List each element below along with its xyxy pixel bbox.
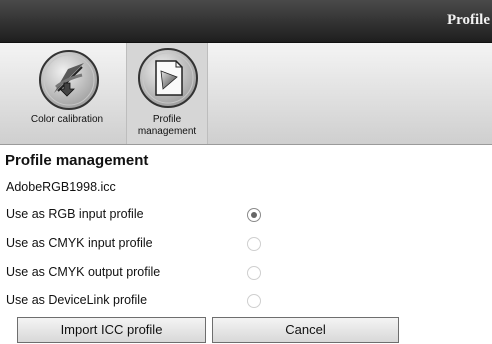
- radio-devicelink[interactable]: [247, 294, 261, 308]
- window-title: Profile: [446, 12, 490, 28]
- profile-management-icon: [138, 48, 198, 108]
- option-label-devicelink: Use as DeviceLink profile: [6, 293, 148, 307]
- section-heading: Profile management: [5, 152, 149, 169]
- color-calibration-button[interactable]: Color calibration: [8, 43, 126, 144]
- radio-cmyk-input[interactable]: [247, 237, 261, 251]
- color-calibration-label: Color calibration: [30, 114, 104, 125]
- radio-rgb-input[interactable]: [247, 208, 261, 222]
- profile-management-label-line2: management: [137, 126, 197, 137]
- import-icc-profile-button[interactable]: Import ICC profile: [17, 317, 206, 343]
- profile-management-button[interactable]: Profile management: [126, 43, 208, 144]
- option-label-cmyk-input: Use as CMYK input profile: [6, 236, 153, 250]
- profile-management-label-line1: Profile: [152, 114, 182, 125]
- option-label-cmyk-output: Use as CMYK output profile: [6, 265, 161, 279]
- toolbar: Color calibration Profile management: [0, 43, 492, 145]
- title-bar: Profile: [0, 0, 492, 43]
- profile-filename: AdobeRGB1998.icc: [6, 180, 116, 194]
- radio-cmyk-output[interactable]: [247, 266, 261, 280]
- color-calibration-icon: [39, 50, 99, 110]
- option-label-rgb-input: Use as RGB input profile: [6, 207, 144, 221]
- profile-management-label: Profile management: [127, 114, 207, 138]
- cancel-button[interactable]: Cancel: [212, 317, 399, 343]
